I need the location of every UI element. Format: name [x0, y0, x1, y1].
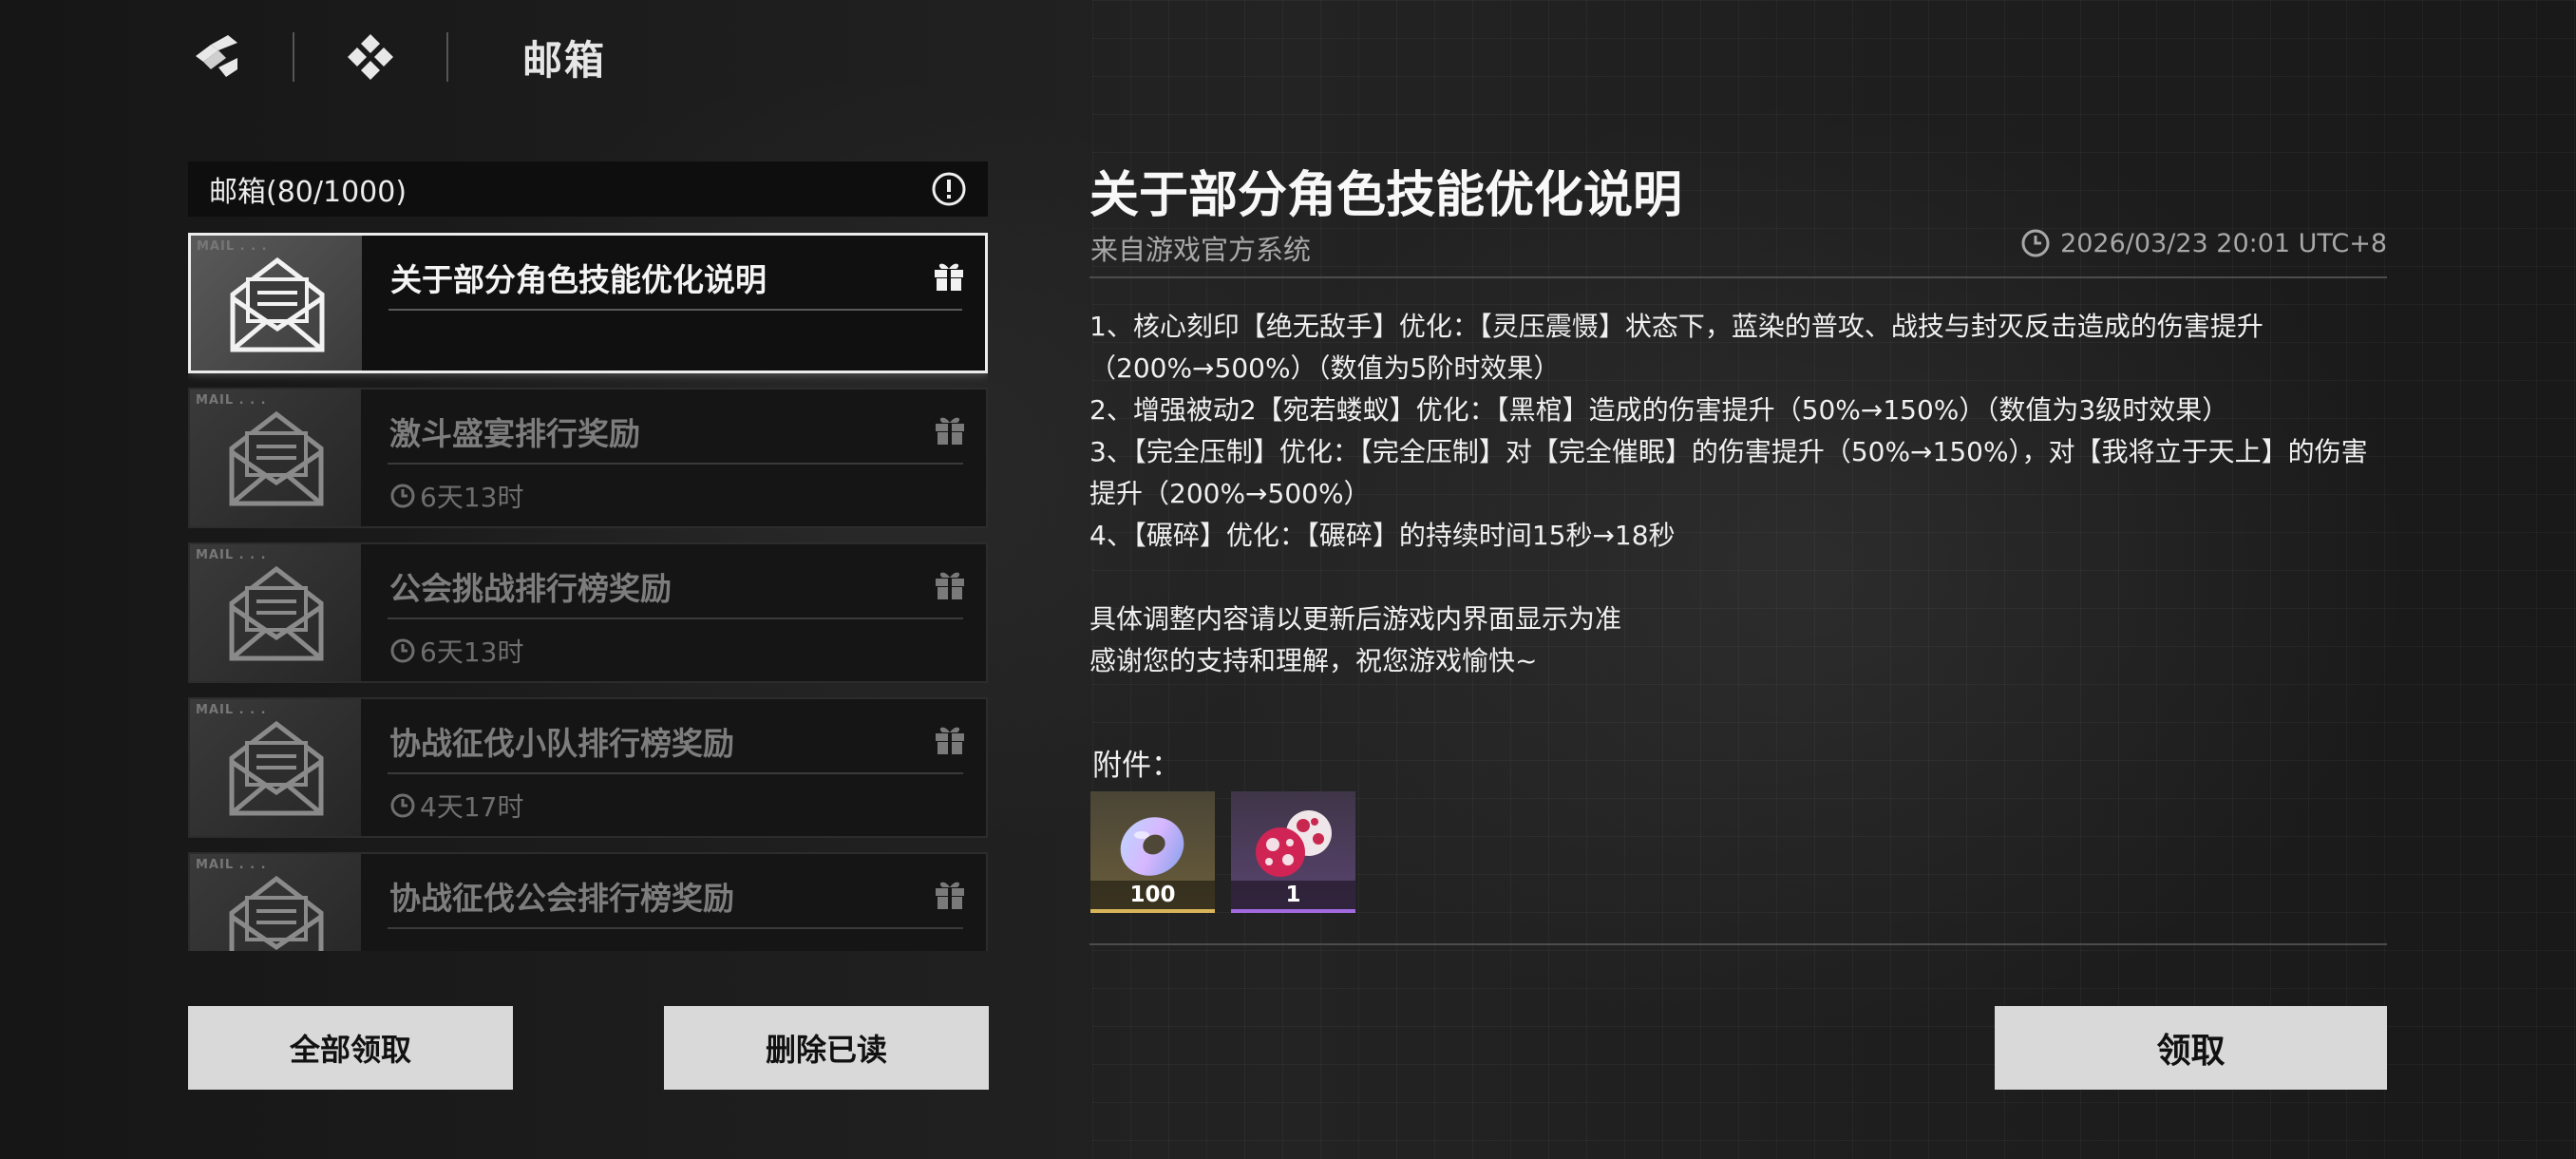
mail-divider — [388, 463, 963, 465]
mail-body-line: 感谢您的支持和理解，祝您游戏愉快~ — [1089, 645, 1538, 676]
mail-title: 协战征伐小队排行榜奖励 — [389, 725, 734, 762]
gift-icon — [936, 727, 964, 754]
spotted-orbs-icon — [1256, 810, 1332, 877]
mail-body-line: 具体调整内容请以更新后游戏内界面显示为准 — [1089, 603, 1622, 635]
attachment-item[interactable]: 100 — [1090, 791, 1215, 913]
mail-divider — [388, 927, 963, 929]
mail-list[interactable]: MAIL . . . 关于部分角色技能优化说明 MAIL . . . 激斗盛宴排… — [188, 233, 988, 951]
mail-expiry: 4天17时 — [389, 787, 523, 825]
mail-body-line: 4、【碾碎】优化：【碾碎】的持续时间15秒→18秒 — [1089, 520, 1676, 551]
divider — [446, 32, 448, 82]
mail-list-item[interactable]: MAIL . . . 公会挑战排行榜奖励 6天13时 — [188, 542, 988, 683]
mail-title: 激斗盛宴排行奖励 — [389, 415, 640, 452]
gift-icon — [935, 263, 963, 291]
clock-icon — [2021, 229, 2050, 257]
back-icon[interactable] — [188, 28, 245, 86]
mail-body-line: 3、【完全压制】优化：【完全压制】对【完全催眠】的伤害提升（50%→150%），… — [1089, 436, 2368, 509]
mail-body: 1、核心刻印【绝无敌手】优化：【灵压震慑】状态下，蓝染的普攻、战技与封灭反击造成… — [1089, 306, 2387, 682]
mail-divider — [388, 309, 962, 311]
mail-expiry-text: 6天13时 — [420, 482, 524, 513]
mail-thumbnail: MAIL . . . — [190, 854, 361, 951]
home-diamond-icon[interactable] — [342, 28, 399, 86]
mail-title: 公会挑战排行榜奖励 — [389, 570, 672, 607]
mail-title: 协战征伐公会排行榜奖励 — [389, 880, 734, 917]
divider — [1089, 943, 2387, 945]
mail-list-item[interactable]: MAIL . . . 协战征伐小队排行榜奖励 4天17时 — [188, 697, 988, 838]
mailbox-header: 邮箱(80/1000) — [188, 162, 988, 217]
mail-thumbnail: MAIL . . . — [190, 390, 361, 526]
mail-expiry-text: 4天17时 — [420, 791, 524, 823]
clock-icon — [390, 484, 415, 508]
attachment-item[interactable]: 1 — [1231, 791, 1355, 913]
mail-sender: 来自游戏官方系统 — [1090, 234, 1312, 266]
divider — [1089, 276, 2387, 278]
gift-icon — [936, 572, 964, 599]
mailbox-count: 邮箱(80/1000) — [209, 176, 407, 209]
mail-body-line: 2、增强被动2【宛若蝼蚁】优化：【黑棺】造成的伤害提升（50%→150%）（数值… — [1089, 394, 2229, 426]
mail-divider — [388, 772, 963, 774]
mail-list-item[interactable]: MAIL . . . 激斗盛宴排行奖励 6天13时 — [188, 388, 988, 528]
mail-timestamp-text: 2026/03/23 20:01 UTC+8 — [2060, 228, 2387, 258]
gift-icon — [936, 417, 964, 445]
divider — [293, 32, 294, 82]
mail-list-item[interactable]: MAIL . . . 关于部分角色技能优化说明 — [188, 233, 988, 373]
mail-detail-title: 关于部分角色技能优化说明 — [1089, 167, 1683, 224]
mail-body-line — [1089, 557, 2387, 598]
claim-button[interactable]: 领取 — [1995, 1006, 2387, 1090]
open-envelope-icon — [229, 410, 324, 506]
claim-all-button[interactable]: 全部领取 — [188, 1006, 513, 1090]
mail-thumbnail: MAIL . . . — [190, 544, 361, 681]
info-alert-icon[interactable] — [931, 171, 967, 207]
mail-divider — [388, 618, 963, 619]
mail-timestamp: 2026/03/23 20:01 UTC+8 — [2020, 228, 2387, 258]
attachment-quantity: 100 — [1090, 881, 1215, 909]
mail-expiry: 6天13时 — [389, 477, 523, 515]
mail-thumbnail: MAIL . . . — [190, 699, 361, 836]
clock-icon — [390, 793, 415, 818]
attachments-list: 100 1 — [1090, 791, 1372, 913]
delete-read-button[interactable]: 删除已读 — [664, 1006, 989, 1090]
attachments-label: 附件： — [1092, 749, 1181, 783]
mail-thumbnail: MAIL . . . — [191, 236, 362, 370]
open-envelope-icon — [229, 875, 324, 951]
open-envelope-icon — [229, 565, 324, 661]
attachment-quantity: 1 — [1231, 881, 1355, 909]
mail-expiry-text: 6天13时 — [420, 636, 524, 668]
open-envelope-icon — [229, 720, 324, 816]
open-envelope-icon — [230, 256, 325, 352]
gift-icon — [936, 882, 964, 909]
mail-body-line: 1、核心刻印【绝无敌手】优化：【灵压震慑】状态下，蓝染的普攻、战技与封灭反击造成… — [1089, 311, 2263, 384]
mail-list-item[interactable]: MAIL . . . 协战征伐公会排行榜奖励 — [188, 852, 988, 951]
mail-expiry: 6天13时 — [389, 632, 523, 670]
page-title: 邮箱 — [522, 36, 607, 84]
top-bar: 邮箱 — [188, 28, 606, 86]
clock-icon — [390, 638, 415, 663]
ring-crystal-icon — [1120, 817, 1184, 876]
mail-title: 关于部分角色技能优化说明 — [390, 261, 767, 298]
